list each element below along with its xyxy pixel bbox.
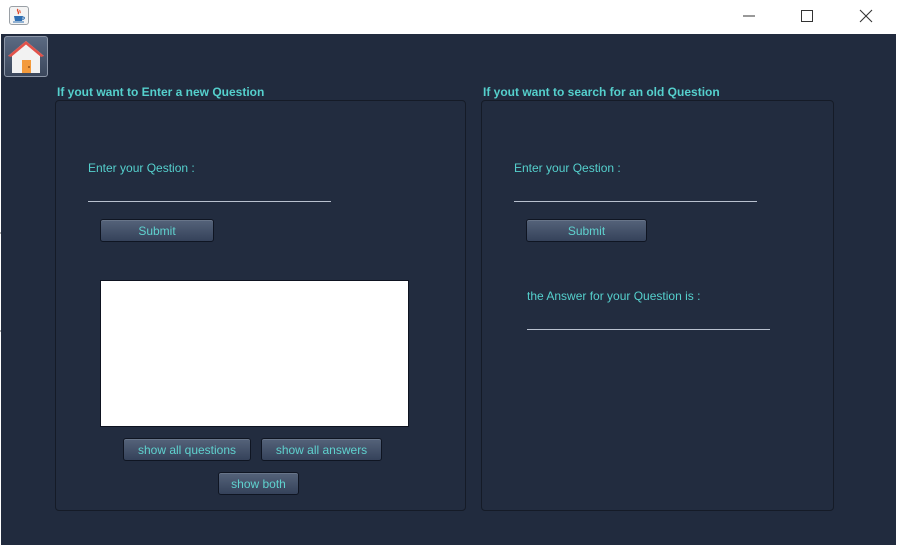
- close-icon: [859, 9, 873, 23]
- answer-output-field: [527, 329, 770, 330]
- questions-output-area[interactable]: [100, 280, 409, 427]
- search-question-section-title: If yout want to search for an old Questi…: [483, 85, 720, 99]
- new-question-section-title: If yout want to Enter a new Question: [57, 85, 265, 99]
- search-question-submit-button[interactable]: Submit: [526, 219, 647, 242]
- java-cup-icon: [9, 6, 29, 25]
- new-question-prompt-label: Enter your Qestion :: [88, 161, 195, 175]
- close-button[interactable]: [836, 0, 894, 33]
- maximize-icon: [801, 10, 813, 22]
- home-button[interactable]: [4, 36, 48, 77]
- maximize-button[interactable]: [778, 0, 836, 33]
- search-question-prompt-label: Enter your Qestion :: [514, 161, 621, 175]
- show-all-questions-button[interactable]: show all questions: [123, 438, 251, 461]
- minimize-button[interactable]: [720, 0, 778, 33]
- show-both-button[interactable]: show both: [218, 472, 299, 495]
- minimize-icon: [743, 15, 755, 17]
- home-icon: [8, 41, 44, 73]
- new-question-submit-button[interactable]: Submit: [100, 219, 214, 242]
- window-titlebar: [0, 0, 898, 34]
- main-panel: If yout want to Enter a new Question Ent…: [1, 34, 896, 545]
- show-all-answers-button[interactable]: show all answers: [261, 438, 382, 461]
- search-question-input[interactable]: [514, 201, 757, 202]
- answer-label: the Answer for your Question is :: [527, 289, 701, 303]
- new-question-input[interactable]: [88, 201, 331, 202]
